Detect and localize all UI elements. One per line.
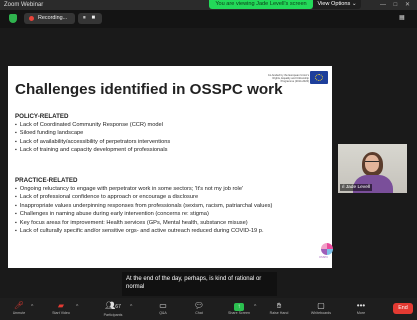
list-item: Lack of culturally specific and/or sensi… (15, 227, 272, 235)
osspc-logo-text: OSSPC (319, 256, 329, 259)
unmute-button[interactable]: 🎤︎ Unmute (4, 300, 34, 320)
list-item: Challenges in naming abuse during early … (15, 210, 272, 218)
video-options-chevron-icon[interactable]: ^ (76, 304, 78, 310)
qa-button[interactable]: ▭ Q&A (148, 300, 178, 320)
practice-list: Ongoing reluctancy to engage with perpet… (15, 185, 273, 235)
window-title: Zoom Webinar (4, 2, 44, 8)
participant-video[interactable]: ıl Jade Levell (338, 144, 407, 193)
participant-name: Jade Levell (345, 185, 371, 190)
list-item: Siloed funding landscape (15, 129, 170, 137)
section-heading-policy: POLICY-RELATED (15, 113, 69, 120)
list-item: Lack of availability/accessibility of pe… (15, 138, 170, 146)
participants-chevron-icon[interactable]: ^ (130, 304, 132, 310)
audio-options-chevron-icon[interactable]: ^ (31, 304, 33, 310)
speaker-view-icon[interactable]: ▦ (399, 14, 405, 21)
slide-title: Challenges identified in OSSPC work (15, 81, 283, 98)
share-options-chevron-icon[interactable]: ^ (254, 304, 256, 310)
list-item: Inappropriate values underpinning respon… (15, 202, 273, 210)
section-heading-practice: PRACTICE-RELATED (15, 177, 78, 184)
record-dot-icon (29, 16, 34, 21)
whiteboards-button[interactable]: ▢ Whiteboards (306, 300, 336, 320)
end-button[interactable]: End (393, 303, 413, 314)
list-item: Lack of training and capacity developmen… (15, 146, 170, 154)
window-controls[interactable]: — □ ✕ (380, 0, 413, 10)
recording-indicator: Recording... (24, 13, 75, 24)
more-icon: ••• (356, 301, 366, 310)
raise-hand-icon: ✋︎ (276, 301, 282, 310)
participants-icon: 👥︎67 (105, 301, 121, 310)
participant-name-tag: ıl Jade Levell (340, 184, 373, 191)
eu-flag-icon (310, 71, 328, 84)
start-video-button[interactable]: ▰ Start Video (46, 300, 76, 320)
participants-button[interactable]: 👥︎67 Participants (98, 300, 128, 320)
view-options-button[interactable]: View Options ⌄ (313, 0, 361, 9)
shared-slide: Challenges identified in OSSPC work Co-f… (8, 66, 333, 268)
screen-share-banner: You are viewing Jade Levell's screen (209, 0, 313, 9)
chat-icon: 💬︎ (193, 301, 205, 310)
list-item: Lack of Coordinated Community Response (… (15, 121, 170, 129)
video-off-icon: ▰ (57, 301, 65, 310)
participant-count: 67 (115, 304, 121, 310)
live-caption: At the end of the day, perhaps, is kind … (122, 272, 277, 296)
list-item: Key focus areas for improvement: Health … (15, 219, 272, 227)
list-item: Ongoing reluctancy to engage with perpet… (15, 185, 272, 193)
chat-button[interactable]: 💬︎ Chat (184, 300, 214, 320)
share-screen-button[interactable]: ↑ Share Screen (224, 300, 254, 320)
microphone-icon: 🎤︎ (13, 301, 25, 310)
security-shield-icon[interactable] (9, 14, 17, 23)
whiteboard-icon: ▢ (317, 301, 325, 310)
recording-label: Recording... (38, 15, 68, 21)
eu-funding-text: Co-funded by the European Union's Rights… (267, 74, 309, 83)
raise-hand-button[interactable]: ✋︎ Raise Hand (264, 300, 294, 320)
osspc-logo-icon (321, 243, 333, 255)
share-screen-icon: ↑ (224, 300, 254, 311)
more-button[interactable]: ••• More (346, 300, 376, 320)
list-item: Lack of professional confidence to appro… (15, 193, 272, 201)
qa-icon: ▭ (159, 301, 167, 310)
participant-glasses (365, 161, 379, 164)
policy-list: Lack of Coordinated Community Response (… (15, 121, 170, 155)
recording-controls[interactable]: ⏸ ■ (78, 13, 102, 24)
